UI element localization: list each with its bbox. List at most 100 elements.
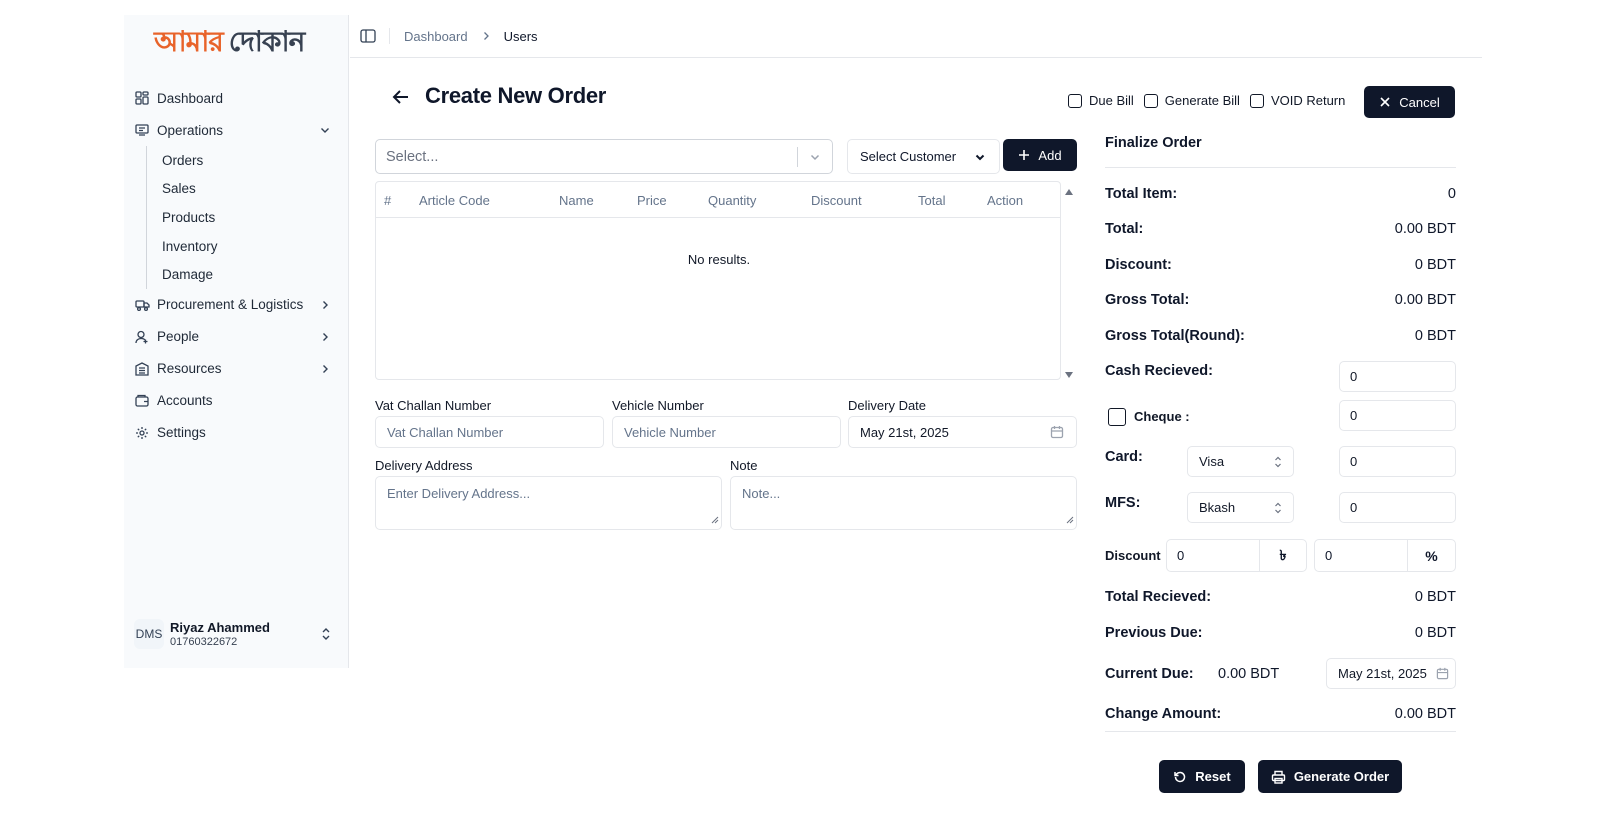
chevron-down-icon: [973, 150, 987, 167]
gear-icon: [134, 425, 150, 441]
order-items-table: # Article Code Name Price Quantity Disco…: [375, 181, 1061, 380]
column-header: Discount: [811, 193, 862, 208]
sidebar-item-damage[interactable]: Damage: [162, 260, 339, 289]
sidebar-item-settings[interactable]: Settings: [134, 417, 339, 449]
cash-received-input[interactable]: 0: [1339, 361, 1456, 392]
row-label: Previous Due:: [1105, 625, 1203, 641]
due-date-picker[interactable]: May 21st, 2025: [1326, 658, 1456, 689]
chevrons-up-down-icon: [1273, 501, 1283, 518]
row-label: Total Item:: [1105, 186, 1178, 202]
previous-due-row: Previous Due: 0 BDT: [1105, 625, 1456, 641]
app-logo[interactable]: আমার দোকান: [154, 23, 305, 63]
discount-amount-input[interactable]: 0: [1167, 540, 1260, 571]
building-icon: [134, 361, 150, 377]
due-bill-checkbox[interactable]: Due Bill: [1068, 93, 1134, 108]
finalize-order-panel: Finalize Order: [1105, 130, 1456, 168]
checkbox-box[interactable]: [1068, 93, 1082, 108]
breadcrumb-current: Users: [503, 28, 538, 44]
mfs-type-select[interactable]: Bkash: [1187, 492, 1294, 523]
resize-handle-icon[interactable]: [711, 512, 719, 527]
customer-select[interactable]: Select Customer: [847, 139, 1000, 174]
row-label: Card:: [1105, 449, 1143, 465]
row-label: Total:: [1105, 221, 1144, 237]
sidebar-item-sales[interactable]: Sales: [162, 175, 339, 204]
column-header: Article Code: [419, 193, 490, 208]
mfs-amount-input[interactable]: 0: [1339, 492, 1456, 523]
column-header: Name: [559, 193, 594, 208]
sidebar-item-label: Accounts: [157, 393, 213, 409]
row-value: 0 BDT: [1414, 625, 1456, 641]
delivery-address-label: Delivery Address: [375, 458, 473, 473]
generate-bill-checkbox[interactable]: Generate Bill: [1143, 93, 1240, 108]
user-menu[interactable]: DMS Riyaz Ahammed 01760322672: [134, 614, 339, 654]
resize-handle-icon[interactable]: [1066, 512, 1074, 527]
customer-select-label: Select Customer: [860, 149, 957, 164]
add-button[interactable]: Add: [1003, 139, 1077, 171]
chevron-down-icon[interactable]: [798, 150, 832, 164]
generate-order-button[interactable]: Generate Order: [1258, 760, 1402, 793]
row-label: MFS:: [1105, 495, 1141, 511]
chevron-right-icon: [317, 361, 333, 377]
sidebar-item-orders[interactable]: Orders: [162, 146, 339, 175]
sidebar-item-accounts[interactable]: Accounts: [134, 385, 339, 417]
card-type-select[interactable]: Visa: [1187, 446, 1294, 477]
vat-challan-input[interactable]: Vat Challan Number: [375, 416, 604, 448]
column-header: Quantity: [708, 193, 757, 208]
row-label: Gross Total(Round):: [1105, 328, 1245, 344]
product-select[interactable]: Select...: [375, 139, 833, 174]
table-empty-state: No results.: [687, 252, 751, 267]
wallet-icon: [134, 393, 150, 409]
row-label: Gross Total:: [1105, 292, 1190, 308]
delivery-address-textarea[interactable]: Enter Delivery Address...: [375, 476, 722, 530]
checkbox-box[interactable]: [1249, 93, 1264, 108]
calendar-icon: [1436, 667, 1449, 683]
discount-percent-input[interactable]: 0: [1315, 540, 1408, 571]
vehicle-number-input[interactable]: Vehicle Number: [612, 416, 841, 448]
row-value: 0: [1447, 186, 1456, 202]
cheque-checkbox[interactable]: [1108, 408, 1126, 426]
card-amount-input[interactable]: 0: [1339, 446, 1456, 477]
sidebar-item-operations[interactable]: Operations: [134, 114, 339, 146]
cheque-input[interactable]: 0: [1339, 400, 1456, 431]
sidebar-item-products[interactable]: Products: [162, 203, 339, 232]
delivery-date-picker[interactable]: May 21st, 2025: [848, 416, 1077, 448]
sidebar-toggle-icon[interactable]: [359, 27, 377, 45]
discount-row: Discount: 0 BDT: [1105, 257, 1456, 273]
column-header: Total: [918, 193, 946, 208]
note-textarea[interactable]: Note...: [730, 476, 1077, 530]
row-label: Change Amount:: [1105, 706, 1222, 722]
logo-text-left: আমার: [154, 24, 224, 58]
monitor-icon: [134, 122, 150, 138]
gross-total-row: Gross Total: 0.00 BDT: [1105, 292, 1456, 308]
cancel-button[interactable]: Cancel: [1364, 86, 1455, 118]
gross-total-round-row: Gross Total(Round): 0 BDT: [1105, 328, 1456, 344]
sidebar-item-label: Resources: [157, 361, 222, 377]
sidebar-item-inventory[interactable]: Inventory: [162, 232, 339, 261]
void-return-checkbox[interactable]: VOID Return: [1249, 93, 1345, 108]
row-value: 0.00 BDT: [1394, 221, 1456, 237]
sidebar-item-resources[interactable]: Resources: [134, 353, 339, 385]
scroll-down-icon[interactable]: [1063, 367, 1075, 385]
column-header: Action: [987, 193, 1024, 208]
delivery-date-label: Delivery Date: [848, 398, 927, 413]
row-label: Cash Recieved:: [1105, 363, 1213, 379]
sidebar-item-dashboard[interactable]: Dashboard: [134, 82, 339, 114]
reset-button[interactable]: Reset: [1159, 760, 1245, 793]
chevrons-up-down-icon: [319, 626, 333, 647]
back-arrow-icon[interactable]: [390, 86, 412, 108]
sidebar-item-people[interactable]: People: [134, 321, 339, 353]
product-select-placeholder: Select...: [386, 148, 439, 165]
change-amount-row: Change Amount: 0.00 BDT: [1105, 706, 1456, 722]
chevron-right-icon: [317, 297, 333, 313]
discount-percent-group: 0 %: [1314, 539, 1456, 572]
card-type-value: Visa: [1199, 454, 1225, 469]
checkbox-box[interactable]: [1143, 93, 1158, 108]
discount-amount-group: 0 ৳: [1166, 539, 1307, 572]
column-header: #: [384, 193, 392, 208]
sidebar-item-procurement[interactable]: Procurement & Logistics: [134, 289, 339, 321]
scroll-up-icon[interactable]: [1063, 184, 1075, 202]
sidebar: আমার দোকান Dashboard Operations Orders S…: [124, 15, 349, 668]
row-label: Discount:: [1105, 257, 1172, 273]
breadcrumb-dashboard[interactable]: Dashboard: [404, 29, 468, 44]
total-item-row: Total Item: 0: [1105, 186, 1456, 202]
